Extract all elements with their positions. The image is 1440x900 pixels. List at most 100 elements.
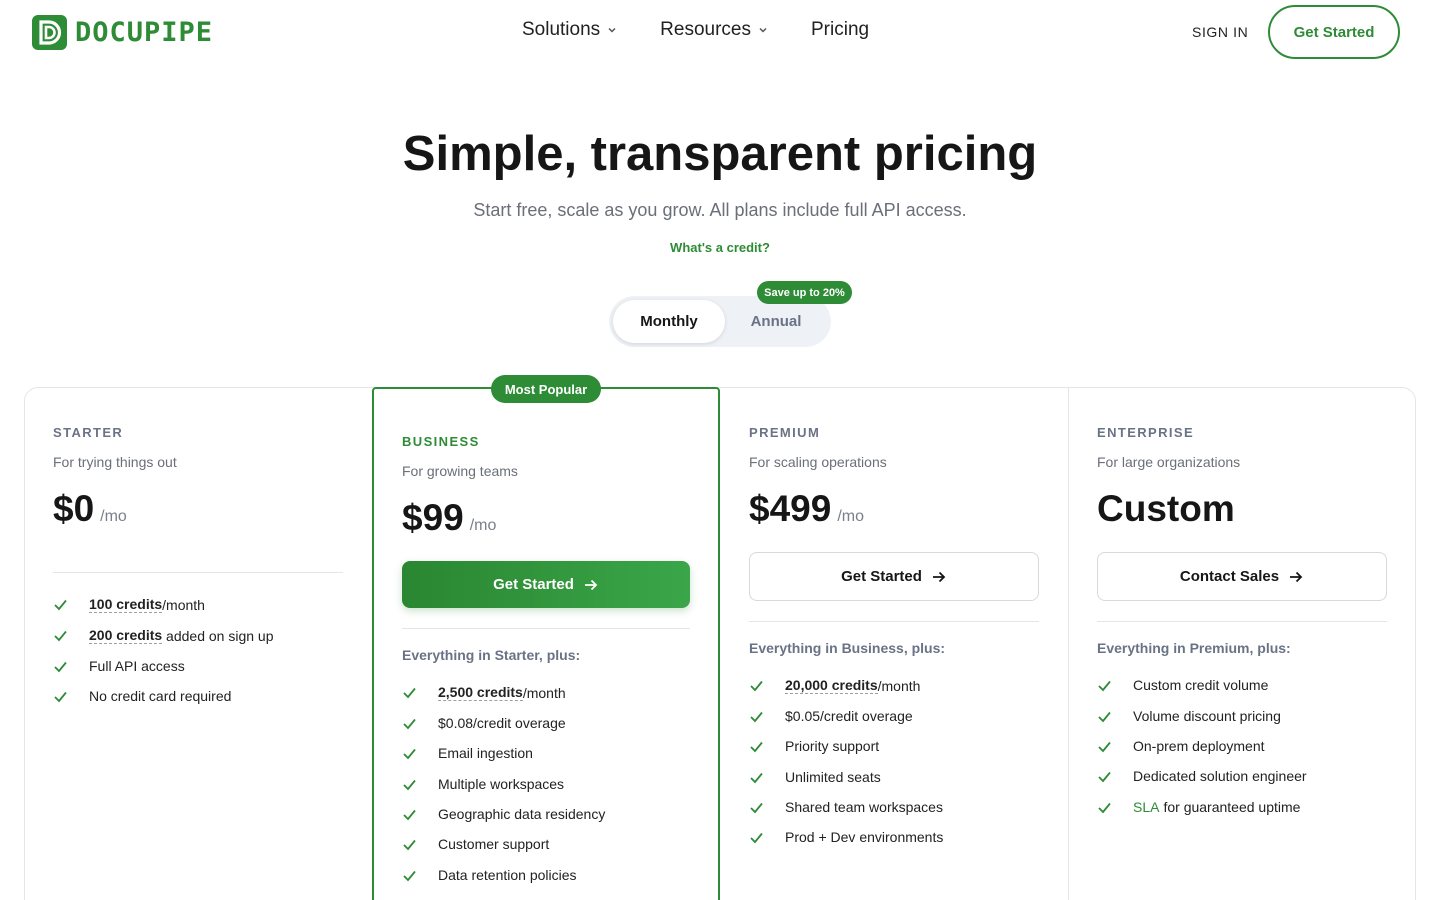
check-icon [1098,680,1111,691]
feature-text: On-prem deployment [1133,738,1265,754]
check-icon [54,599,67,611]
tier-name-starter: STARTER [53,425,124,440]
tier-description-starter: For trying things out [53,454,177,470]
logo-mark-icon [32,15,67,50]
contact-sales-button[interactable]: Contact Sales [1097,552,1387,601]
feature-text: /month [877,677,921,694]
nav-resources-label: Resources [660,19,751,40]
price-period: /mo [837,508,864,525]
nav-links: Solutions Resources Pricing [522,19,869,41]
feature-text: added on sign up [162,627,274,644]
nav-pricing[interactable]: Pricing [811,19,869,41]
credits-tooltip-term[interactable]: 200 credits [89,627,163,644]
credits-tooltip-term[interactable]: 2,500 credits [438,684,523,701]
save-badge: Save up to 20% [757,281,852,304]
feature-item: Email ingestion [402,745,533,761]
tier-description-premium: For scaling operations [749,454,887,470]
chevron-down-icon [759,27,767,33]
brand-name: DOCUPIPE [75,17,214,48]
check-icon [750,832,763,843]
tier-name-enterprise: ENTERPRISE [1097,425,1195,440]
tier-name-premium: PREMIUM [749,425,821,440]
check-icon [403,839,416,850]
feature-item: Geographic data residency [402,806,605,822]
feature-item: 200 credits added on sign up [53,627,274,644]
page-title: Simple, transparent pricing [402,127,1038,181]
premium-get-started-button[interactable]: Get Started [749,552,1039,601]
divider [1097,621,1387,622]
feature-text: Volume discount pricing [1133,708,1281,724]
feature-item: $0.05/credit overage [749,708,913,724]
price-starter: $0 /mo [53,488,127,530]
docupipe-logo[interactable]: DOCUPIPE [32,15,213,50]
tier-name-business: BUSINESS [402,434,480,449]
price-business: $99 /mo [402,497,496,539]
feature-text: Shared team workspaces [785,799,943,815]
billing-monthly-option[interactable]: Monthly [613,300,725,343]
check-icon [403,687,416,699]
check-icon [1098,771,1111,782]
top-navigation: DOCUPIPE Solutions Resources Pricing SIG… [0,0,1440,64]
divider [749,621,1039,622]
feature-item: Unlimited seats [749,769,881,785]
divider [402,628,690,629]
check-icon [403,779,416,790]
feature-text: /month [162,596,205,613]
button-label: Get Started [841,568,922,585]
check-icon [750,741,763,752]
arrow-right-icon [932,571,946,582]
check-icon [1098,802,1111,813]
nav-solutions-label: Solutions [522,19,601,40]
tier-description-enterprise: For large organizations [1097,454,1241,470]
check-icon [750,711,763,722]
feature-item: On-prem deployment [1097,738,1265,754]
check-icon [54,630,67,642]
check-icon [54,661,67,672]
check-icon [750,680,763,692]
feature-text: Geographic data residency [438,806,606,822]
sla-link[interactable]: SLA [1133,799,1159,815]
credits-tooltip-term[interactable]: 20,000 credits [785,677,878,694]
divider [53,572,343,573]
price-amount: $99 [402,497,464,538]
feature-item: Shared team workspaces [749,799,943,815]
credits-tooltip-term[interactable]: 100 credits [89,596,163,613]
feature-text: No credit card required [89,688,232,704]
check-icon [1098,711,1111,722]
feature-text: Priority support [785,738,880,754]
feature-text: Unlimited seats [785,769,881,785]
billing-annual-option[interactable]: Annual [725,300,827,343]
price-amount: $0 [53,488,95,529]
feature-item: Full API access [53,658,185,674]
feature-item: 20,000 credits/month [749,677,920,694]
feature-item: No credit card required [53,688,231,704]
feature-item: Prod + Dev environments [749,829,943,845]
header-get-started-button[interactable]: Get Started [1268,5,1400,59]
feature-text: Multiple workspaces [438,776,565,792]
price-period: /mo [100,508,127,525]
tier-description-business: For growing teams [402,463,518,479]
price-period: /mo [469,517,497,534]
check-icon [750,772,763,783]
most-popular-badge: Most Popular [491,375,601,403]
feature-item: Priority support [749,738,879,754]
feature-text: $0.08/credit overage [438,715,566,731]
nav-pricing-label: Pricing [811,19,870,40]
feature-item: Custom credit volume [1097,677,1268,693]
whats-a-credit-link[interactable]: What's a credit? [0,240,1440,255]
check-icon [750,802,763,813]
business-get-started-button[interactable]: Get Started [402,561,690,608]
feature-text: $0.05/credit overage [785,708,913,724]
feature-item: 2,500 credits/month [402,684,566,701]
feature-text: Prod + Dev environments [785,829,944,845]
nav-solutions[interactable]: Solutions [522,19,618,41]
check-icon [403,809,416,820]
check-icon [54,691,67,702]
includes-heading: Everything in Starter, plus: [402,647,581,663]
feature-item: Volume discount pricing [1097,708,1281,724]
sign-in-link[interactable]: SIGN IN [1192,24,1248,40]
feature-text: /month [522,684,566,701]
check-icon [1098,741,1111,752]
nav-resources[interactable]: Resources [660,19,769,41]
feature-text: Data retention policies [438,867,577,883]
